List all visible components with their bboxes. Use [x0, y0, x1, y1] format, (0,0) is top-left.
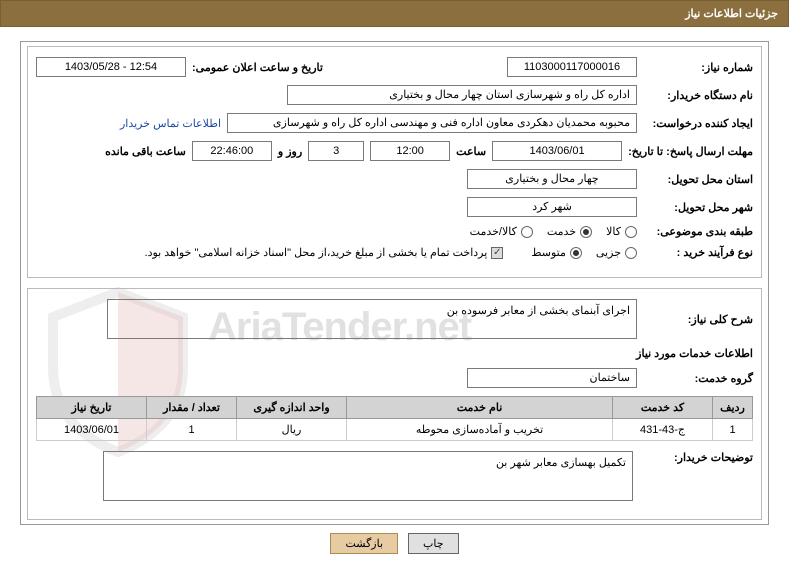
radio-icon	[570, 247, 582, 259]
label-buyer-notes: توضیحات خریدار:	[643, 451, 753, 464]
label-deadline: مهلت ارسال پاسخ: تا تاریخ:	[628, 145, 753, 158]
radio-label: جزیی	[596, 246, 621, 259]
table-header-row: ردیف کد خدمت نام خدمت واحد اندازه گیری ت…	[37, 397, 753, 419]
radio-label: خدمت	[547, 225, 576, 238]
td-name: تخریب و آماده‌سازی محوطه	[347, 419, 613, 441]
field-service-group: ساختمان	[467, 368, 637, 388]
field-buyer-notes: تکمیل بهسازی معابر شهر بن	[103, 451, 633, 501]
th-code: کد خدمت	[613, 397, 713, 419]
title-bar: جزئیات اطلاعات نیاز	[0, 0, 789, 27]
purchase-type-radios: جزیی متوسط	[531, 246, 637, 259]
label-announce-dt: تاریخ و ساعت اعلان عمومی:	[192, 61, 323, 74]
td-idx: 1	[713, 419, 753, 441]
label-hour: ساعت	[456, 145, 486, 158]
td-unit: ریال	[237, 419, 347, 441]
th-date: تاریخ نیاز	[37, 397, 147, 419]
page-title: جزئیات اطلاعات نیاز	[685, 8, 778, 20]
radio-icon	[580, 226, 592, 238]
th-qty: تعداد / مقدار	[147, 397, 237, 419]
radio-label: متوسط	[531, 246, 566, 259]
services-table: ردیف کد خدمت نام خدمت واحد اندازه گیری ت…	[36, 396, 753, 441]
checkbox-icon: ✓	[491, 247, 503, 259]
field-delivery-province: چهار محال و بختیاری	[467, 169, 637, 189]
field-delivery-city: شهر کرد	[467, 197, 637, 217]
field-need-desc: اجرای آبنمای بخشی از معابر فرسوده بن	[107, 299, 637, 339]
buttons-row: چاپ بازگشت	[0, 533, 789, 554]
radio-jozi[interactable]: جزیی	[596, 246, 637, 259]
label-purchase-type: نوع فرآیند خرید :	[643, 246, 753, 259]
print-button[interactable]: چاپ	[408, 533, 459, 554]
field-creator: محبوبه محمدیان دهکردی معاون اداره فنی و …	[227, 113, 637, 133]
label-delivery-city: شهر محل تحویل:	[643, 201, 753, 214]
field-deadline-time: 12:00	[370, 141, 450, 161]
label-delivery-province: استان محل تحویل:	[643, 173, 753, 186]
radio-icon	[625, 226, 637, 238]
inner-panel: AriaTender.net شماره نیاز: 1103000117000…	[27, 46, 762, 278]
services-panel: شرح کلی نیاز: اجرای آبنمای بخشی از معابر…	[27, 288, 762, 520]
field-remain-clock: 22:46:00	[192, 141, 272, 161]
table-row: 1 ج-43-431 تخریب و آماده‌سازی محوطه ریال…	[37, 419, 753, 441]
back-button[interactable]: بازگشت	[330, 533, 398, 554]
radio-label: کالا	[606, 225, 621, 238]
label-need-desc: شرح کلی نیاز:	[643, 313, 753, 326]
main-panel: AriaTender.net شماره نیاز: 1103000117000…	[20, 41, 769, 525]
field-deadline-date: 1403/06/01	[492, 141, 622, 161]
td-date: 1403/06/01	[37, 419, 147, 441]
label-buyer-org: نام دستگاه خریدار:	[643, 89, 753, 102]
th-name: نام خدمت	[347, 397, 613, 419]
td-qty: 1	[147, 419, 237, 441]
label-subject-class: طبقه بندی موضوعی:	[643, 225, 753, 238]
radio-icon	[521, 226, 533, 238]
link-buyer-contact[interactable]: اطلاعات تماس خریدار	[120, 117, 221, 130]
radio-label: کالا/خدمت	[470, 225, 517, 238]
check-payment[interactable]: ✓ پرداخت تمام یا بخشی از مبلغ خرید،از مح…	[145, 246, 504, 259]
radio-kala[interactable]: کالا	[606, 225, 637, 238]
field-remain-days: 3	[308, 141, 364, 161]
radio-icon	[625, 247, 637, 259]
radio-kala-khedmat[interactable]: کالا/خدمت	[470, 225, 533, 238]
subject-class-radios: کالا خدمت کالا/خدمت	[470, 225, 637, 238]
label-services-info: اطلاعات خدمات مورد نیاز	[36, 347, 753, 360]
field-announce-dt: 1403/05/28 - 12:54	[36, 57, 186, 77]
label-time-remain: ساعت باقی مانده	[105, 145, 186, 158]
td-code: ج-43-431	[613, 419, 713, 441]
label-creator: ایجاد کننده درخواست:	[643, 117, 753, 130]
field-request-no: 1103000117000016	[507, 57, 637, 77]
radio-khedmat[interactable]: خدمت	[547, 225, 592, 238]
label-service-group: گروه خدمت:	[643, 372, 753, 385]
check-label: پرداخت تمام یا بخشی از مبلغ خرید،از محل …	[145, 246, 488, 259]
th-idx: ردیف	[713, 397, 753, 419]
label-days-remain: روز و	[278, 145, 302, 158]
th-unit: واحد اندازه گیری	[237, 397, 347, 419]
field-buyer-org: اداره کل راه و شهرسازی استان چهار محال و…	[287, 85, 637, 105]
label-request-no: شماره نیاز:	[643, 61, 753, 74]
radio-motavaset[interactable]: متوسط	[531, 246, 582, 259]
